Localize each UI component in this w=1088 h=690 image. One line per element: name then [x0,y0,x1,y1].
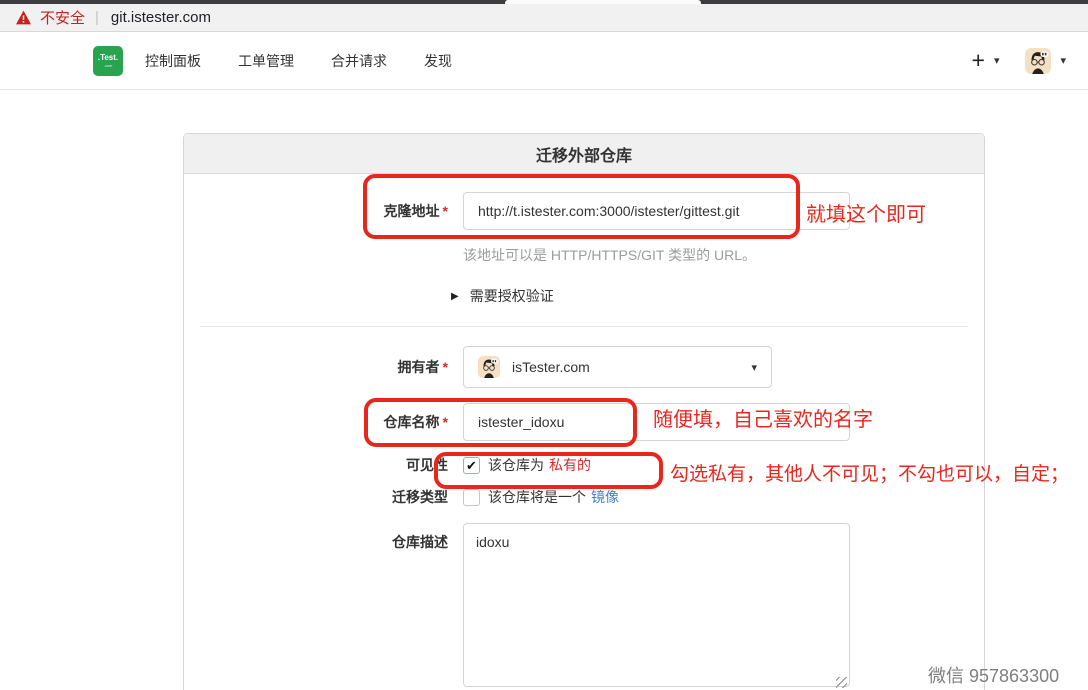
description-textarea[interactable]: idoxu [463,523,850,687]
repo-name-label: 仓库名称* [184,412,456,432]
clone-address-help: 该地址可以是 HTTP/HTTPS/GIT 类型的 URL。 [463,245,756,265]
mirror-label: 迁移类型 [184,487,456,507]
url-separator: | [95,9,99,26]
collapse-arrow-icon: ▶ [451,291,459,302]
owner-caret-icon: ▾ [751,361,757,374]
mirror-text: 该仓库将是一个 [488,487,586,507]
mirror-row: 迁移类型 该仓库将是一个 镜像 [184,486,984,508]
user-avatar[interactable] [1025,48,1051,74]
checkmark-icon: ✔ [466,459,477,472]
panel-body: 克隆地址* 该地址可以是 HTTP/HTTPS/GIT 类型的 URL。 ▶ 需… [184,174,984,690]
mirror-link[interactable]: 镜像 [591,487,619,507]
required-asterisk: * [443,414,448,430]
owner-row: 拥有者* isTester.com ▾ [184,346,984,388]
owner-avatar [478,356,500,378]
nav-right-controls: + ▾ ▾ [972,32,1067,89]
security-warning-label: 不安全 [40,7,85,28]
repo-name-row: 仓库名称* [184,403,984,441]
auth-required-toggle[interactable]: ▶ 需要授权验证 [451,286,554,306]
required-asterisk: * [443,203,448,219]
owner-label: 拥有者* [184,357,456,377]
migrate-repo-panel: 迁移外部仓库 克隆地址* 该地址可以是 HTTP/HTTPS/GIT 类型的 U… [183,133,985,690]
section-divider [200,326,968,327]
repo-name-input[interactable] [463,403,850,441]
required-asterisk: * [443,359,448,375]
description-row: 仓库描述 idoxu [184,523,984,690]
visibility-label: 可见性 [184,455,456,475]
browser-url-bar[interactable]: 不安全 | git.istester.com [0,4,1088,32]
owner-dropdown[interactable]: isTester.com ▾ [463,346,772,388]
nav-menu: 控制面板 工单管理 合并请求 发现 [145,32,452,89]
create-new-icon[interactable]: + [972,49,985,72]
clone-address-row: 克隆地址* [184,192,984,230]
create-new-caret-icon[interactable]: ▾ [994,54,1000,67]
nav-item-dashboard[interactable]: 控制面板 [145,51,201,71]
visibility-private-text: 私有的 [549,455,591,475]
wechat-watermark: 微信 957863300 [928,662,1059,688]
panel-title: 迁移外部仓库 [184,134,984,174]
logo-subtext: .com [93,64,123,68]
visibility-row: 可见性 ✔ 该仓库为 私有的 [184,454,984,476]
description-label: 仓库描述 [184,523,456,552]
description-wrap: idoxu [463,523,850,690]
logo-text: .Test. [93,54,123,62]
address-url[interactable]: git.istester.com [111,9,211,26]
private-checkbox[interactable]: ✔ [463,457,480,474]
site-logo[interactable]: .Test. .com [93,46,123,76]
owner-selected-value: isTester.com [512,359,590,375]
top-navbar: .Test. .com 控制面板 工单管理 合并请求 发现 + ▾ ▾ [0,32,1088,90]
clone-address-input[interactable] [463,192,850,230]
nav-item-pull-requests[interactable]: 合并请求 [331,51,387,71]
nav-item-explore[interactable]: 发现 [424,51,452,71]
mirror-checkbox[interactable] [463,489,480,506]
clone-address-label: 克隆地址* [184,201,456,221]
visibility-text: 该仓库为 [488,455,544,475]
user-menu-caret-icon[interactable]: ▾ [1060,54,1066,67]
auth-toggle-label: 需要授权验证 [470,286,554,306]
security-warning-icon [15,10,32,25]
nav-item-issues[interactable]: 工单管理 [238,51,294,71]
